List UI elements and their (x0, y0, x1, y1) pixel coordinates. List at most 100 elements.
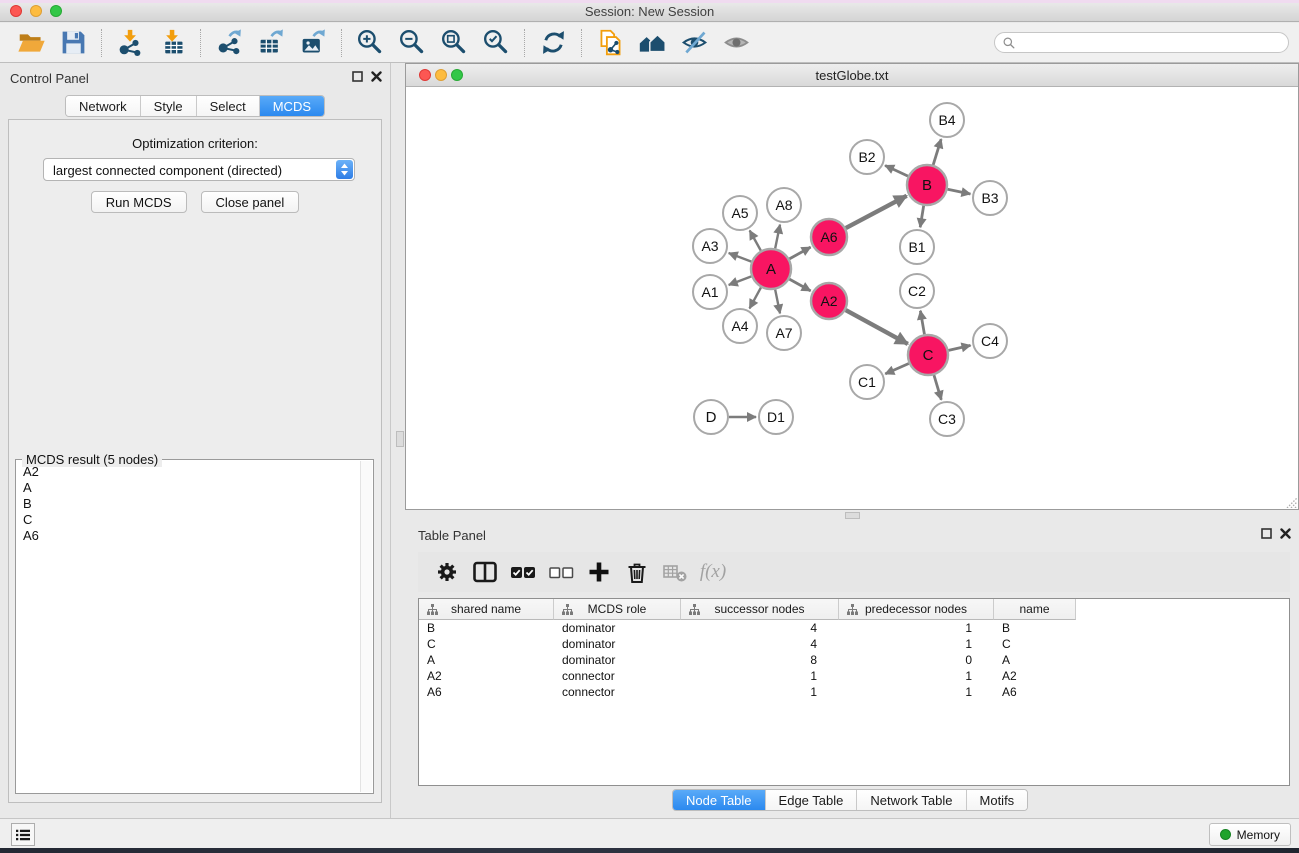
cell-MCDS-role[interactable]: dominator (554, 620, 681, 636)
column-header-predecessor-nodes[interactable]: predecessor nodes (839, 599, 994, 620)
graph-edge-A-A7[interactable] (775, 290, 780, 314)
task-history-button[interactable] (11, 823, 35, 846)
result-list-item[interactable]: B (17, 496, 359, 512)
network-canvas[interactable]: ABCA2A6A1A3A4A5A7A8B1B2B3B4C1C2C3C4DD1 (406, 88, 1298, 509)
cell-name[interactable]: C (994, 636, 1076, 652)
deselect-all-columns-button[interactable] (542, 556, 580, 588)
cell-successor-nodes[interactable]: 4 (681, 620, 839, 636)
export-image-button[interactable] (292, 27, 334, 59)
close-panel-button[interactable]: Close panel (201, 191, 300, 213)
graph-edge-C-C1[interactable] (885, 363, 909, 373)
table-row[interactable]: A6connector11A6 (419, 684, 1289, 700)
cell-MCDS-role[interactable]: connector (554, 684, 681, 700)
import-table-button[interactable] (151, 27, 193, 59)
cell-shared-name[interactable]: C (419, 636, 554, 652)
vertical-divider-grip[interactable] (396, 431, 404, 447)
graph-node-A6[interactable]: A6 (811, 219, 847, 255)
graph-edge-A2-C[interactable] (846, 310, 908, 344)
graph-edge-A-A8[interactable] (775, 225, 780, 249)
graph-edge-A-A4[interactable] (750, 287, 761, 308)
cell-predecessor-nodes[interactable]: 0 (839, 652, 994, 668)
tab-node-table[interactable]: Node Table (673, 790, 766, 810)
table-row[interactable]: Bdominator41B (419, 620, 1289, 636)
table-row[interactable]: Adominator80A (419, 652, 1289, 668)
tab-network[interactable]: Network (66, 96, 141, 116)
result-list-item[interactable]: A6 (17, 528, 359, 544)
result-list-item[interactable]: A2 (17, 464, 359, 480)
import-network-button[interactable] (109, 27, 151, 59)
graph-node-A4[interactable]: A4 (723, 309, 757, 343)
graph-node-B3[interactable]: B3 (973, 181, 1007, 215)
first-neighbors-button[interactable] (631, 27, 673, 59)
table-row[interactable]: Cdominator41C (419, 636, 1289, 652)
cell-shared-name[interactable]: B (419, 620, 554, 636)
graph-node-A7[interactable]: A7 (767, 316, 801, 350)
cell-shared-name[interactable]: A6 (419, 684, 554, 700)
horizontal-divider-grip[interactable] (845, 512, 860, 519)
graph-edge-C-C2[interactable] (920, 311, 924, 335)
graph-node-B[interactable]: B (907, 165, 947, 205)
result-list-item[interactable]: C (17, 512, 359, 528)
graph-node-C[interactable]: C (908, 335, 948, 375)
tab-edge-table[interactable]: Edge Table (766, 790, 858, 810)
cell-shared-name[interactable]: A (419, 652, 554, 668)
zoom-out-button[interactable] (391, 27, 433, 59)
cell-successor-nodes[interactable]: 1 (681, 684, 839, 700)
mcds-result-list[interactable]: A2ABCA6 (17, 464, 359, 792)
tab-select[interactable]: Select (197, 96, 260, 116)
graph-node-C2[interactable]: C2 (900, 274, 934, 308)
hide-selected-button[interactable] (673, 27, 715, 59)
cell-predecessor-nodes[interactable]: 1 (839, 620, 994, 636)
cell-predecessor-nodes[interactable]: 1 (839, 684, 994, 700)
run-mcds-button[interactable]: Run MCDS (91, 191, 187, 213)
graph-node-A[interactable]: A (751, 249, 791, 289)
cell-name[interactable]: A6 (994, 684, 1076, 700)
graph-edge-A-A2[interactable] (789, 279, 810, 291)
graph-edge-A-A1[interactable] (729, 276, 752, 285)
add-column-button[interactable] (580, 556, 618, 588)
refresh-button[interactable] (532, 27, 574, 59)
graph-edge-A-A3[interactable] (729, 253, 752, 262)
new-network-from-selection-button[interactable] (589, 27, 631, 59)
graph-edge-C-C3[interactable] (934, 375, 941, 400)
graph-node-A2[interactable]: A2 (811, 283, 847, 319)
result-scrollbar[interactable] (360, 461, 372, 792)
column-header-shared-name[interactable]: shared name (419, 599, 554, 620)
export-network-button[interactable] (208, 27, 250, 59)
result-list-item[interactable]: A (17, 480, 359, 496)
graph-node-A3[interactable]: A3 (693, 229, 727, 263)
graph-edge-B-B3[interactable] (948, 189, 971, 194)
criterion-select[interactable]: largest connected component (directed) (43, 158, 355, 181)
graph-edge-B-B1[interactable] (920, 206, 923, 228)
graph-edge-A-A6[interactable] (789, 247, 810, 259)
export-table-button[interactable] (250, 27, 292, 59)
cell-MCDS-role[interactable]: dominator (554, 652, 681, 668)
cell-name[interactable]: A2 (994, 668, 1076, 684)
select-all-columns-button[interactable] (504, 556, 542, 588)
memory-button[interactable]: Memory (1209, 823, 1291, 846)
graph-edge-A-A5[interactable] (750, 230, 761, 250)
graph-node-A1[interactable]: A1 (693, 275, 727, 309)
graph-edge-A6-B[interactable] (846, 196, 907, 228)
cell-name[interactable]: B (994, 620, 1076, 636)
graph-node-A5[interactable]: A5 (723, 196, 757, 230)
cell-successor-nodes[interactable]: 1 (681, 668, 839, 684)
graph-edge-B-B2[interactable] (885, 165, 908, 176)
zoom-fit-button[interactable] (433, 27, 475, 59)
save-session-button[interactable] (52, 27, 94, 59)
close-table-panel-icon[interactable] (1280, 528, 1291, 539)
table-settings-gear-button[interactable] (428, 556, 466, 588)
network-graph[interactable]: ABCA2A6A1A3A4A5A7A8B1B2B3B4C1C2C3C4DD1 (406, 88, 1298, 509)
column-header-name[interactable]: name (994, 599, 1076, 620)
float-panel-icon[interactable] (352, 71, 363, 82)
cell-successor-nodes[interactable]: 4 (681, 636, 839, 652)
zoom-selected-button[interactable] (475, 27, 517, 59)
graph-node-C4[interactable]: C4 (973, 324, 1007, 358)
open-session-button[interactable] (10, 27, 52, 59)
cell-MCDS-role[interactable]: connector (554, 668, 681, 684)
graph-node-C3[interactable]: C3 (930, 402, 964, 436)
split-panel-button[interactable] (466, 556, 504, 588)
column-header-MCDS-role[interactable]: MCDS role (554, 599, 681, 620)
tab-motifs[interactable]: Motifs (967, 790, 1028, 810)
column-header-successor-nodes[interactable]: successor nodes (681, 599, 839, 620)
